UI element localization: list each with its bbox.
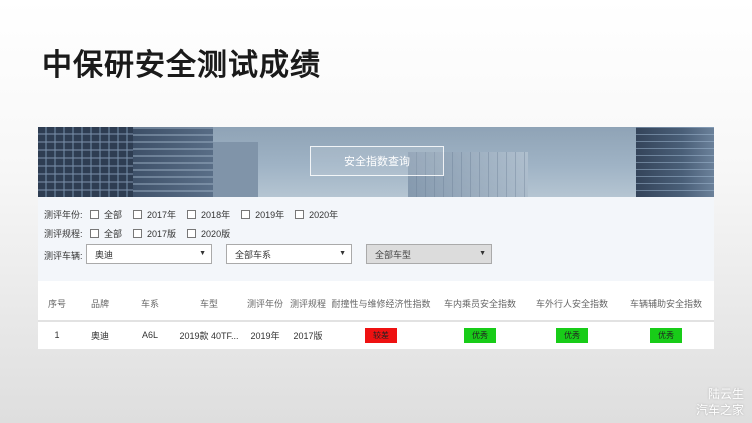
year-filter-row: 测评年份: 全部 2017年 2018年 2019年 2020年 — [44, 207, 349, 221]
year-option-2018[interactable]: 2018年 — [187, 208, 230, 221]
checkbox[interactable] — [241, 209, 251, 219]
chevron-down-icon: ▼ — [339, 250, 346, 257]
column-header: 车系 — [124, 287, 176, 322]
column-header: 车型 — [176, 287, 242, 322]
column-header: 测评规程 — [288, 287, 328, 322]
series-select[interactable]: 全部车系 ▼ — [226, 244, 352, 264]
banner-building-image — [38, 127, 133, 197]
cell-crash-index: 较差 — [328, 321, 434, 350]
cell-assist-index: 优秀 — [618, 321, 714, 350]
banner-building-image — [636, 127, 714, 197]
column-header: 耐撞性与维修经济性指数 — [328, 287, 434, 322]
safety-index-panel: 安全指数查询 测评年份: 全部 2017年 2018年 2019年 2020年 … — [38, 127, 714, 350]
checkbox[interactable] — [90, 228, 99, 238]
cell-pedestrian-index: 优秀 — [526, 321, 618, 350]
watermark-author: 陆云生 — [707, 387, 744, 401]
checkbox[interactable] — [90, 209, 99, 219]
banner-building-image — [133, 127, 213, 197]
rule-filter-label: 测评规程: — [44, 228, 83, 239]
banner-building-image — [213, 142, 258, 197]
model-select[interactable]: 全部车型 ▼ — [366, 244, 492, 264]
checkbox[interactable] — [187, 209, 197, 219]
filter-panel: 测评年份: 全部 2017年 2018年 2019年 2020年 测评规程: 全… — [38, 197, 714, 281]
rule-option-2020[interactable]: 2020版 — [187, 227, 230, 240]
cell-series: A6L — [124, 321, 176, 350]
column-header: 测评年份 — [242, 287, 288, 322]
column-header: 序号 — [38, 287, 76, 322]
rule-option-all[interactable]: 全部 — [90, 227, 122, 240]
cell-model[interactable]: 2019款 40TF... — [176, 321, 242, 350]
cell-occupant-index: 优秀 — [434, 321, 526, 350]
cell-rule: 2017版 — [288, 321, 328, 350]
year-filter-label: 测评年份: — [44, 209, 83, 220]
chevron-down-icon: ▼ — [199, 250, 206, 257]
rule-option-2017[interactable]: 2017版 — [133, 227, 176, 240]
column-header: 车内乘员安全指数 — [434, 287, 526, 322]
column-header: 车辆辅助安全指数 — [618, 287, 714, 322]
table-row[interactable]: 1 奥迪 A6L 2019款 40TF... 2019年 2017版 较差 优秀… — [38, 321, 714, 350]
year-option-2019[interactable]: 2019年 — [241, 208, 284, 221]
column-header: 品牌 — [76, 287, 124, 322]
rule-filter-row: 测评规程: 全部 2017版 2020版 — [44, 226, 241, 240]
checkbox[interactable] — [187, 228, 197, 238]
chevron-down-icon: ▼ — [479, 250, 486, 257]
rating-badge[interactable]: 较差 — [365, 327, 397, 343]
rating-badge[interactable]: 优秀 — [650, 327, 682, 343]
rating-badge[interactable]: 优秀 — [556, 327, 588, 343]
year-option-2017[interactable]: 2017年 — [133, 208, 176, 221]
cell-no: 1 — [38, 321, 76, 350]
checkbox[interactable] — [133, 228, 143, 238]
banner: 安全指数查询 — [38, 127, 714, 197]
rating-badge[interactable]: 优秀 — [464, 327, 496, 343]
column-header: 车外行人安全指数 — [526, 287, 618, 322]
checkbox[interactable] — [133, 209, 143, 219]
safety-index-search-button[interactable]: 安全指数查询 — [310, 146, 444, 176]
table-header-row: 序号 品牌 车系 车型 测评年份 测评规程 耐撞性与维修经济性指数 车内乘员安全… — [38, 287, 714, 322]
watermark-site: 汽车之家 — [695, 403, 744, 417]
slide-title: 中保研安全测试成绩 — [42, 49, 321, 82]
year-option-all[interactable]: 全部 — [90, 208, 122, 221]
brand-select[interactable]: 奥迪 ▼ — [86, 244, 212, 264]
vehicle-filter-label: 测评车辆: — [44, 250, 83, 261]
year-option-2020[interactable]: 2020年 — [295, 208, 338, 221]
vehicle-filter-row: 测评车辆: — [44, 248, 86, 262]
safety-results-table: 序号 品牌 车系 车型 测评年份 测评规程 耐撞性与维修经济性指数 车内乘员安全… — [38, 287, 714, 350]
checkbox[interactable] — [295, 209, 305, 219]
watermark: 陆云生 汽车之家 — [696, 386, 744, 418]
cell-year: 2019年 — [242, 321, 288, 350]
cell-brand: 奥迪 — [76, 321, 124, 350]
